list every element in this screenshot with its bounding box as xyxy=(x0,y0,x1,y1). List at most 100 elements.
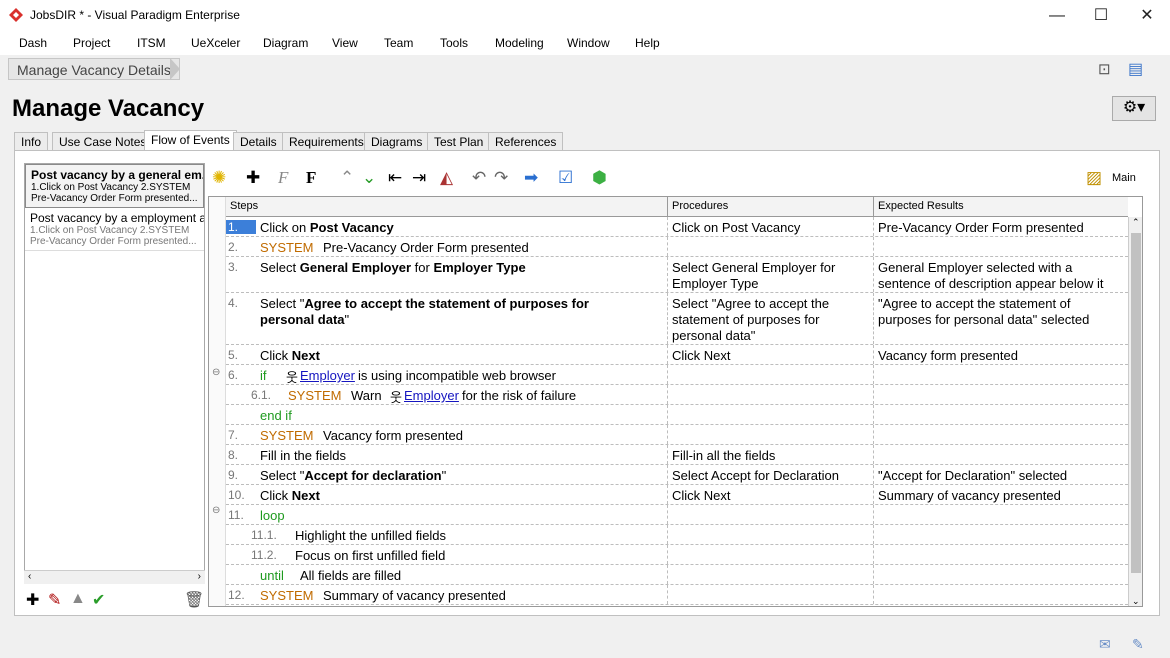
step-cell[interactable]: 11.1. Highlight the unfilled fields xyxy=(226,525,668,544)
scroll-down-icon[interactable]: ⌄ xyxy=(1132,596,1140,606)
step-cell[interactable]: end if xyxy=(226,405,668,424)
expected-cell[interactable]: Pre-Vacancy Order Form presented xyxy=(874,217,1128,236)
column-header-steps[interactable]: Steps xyxy=(226,197,668,217)
expected-cell[interactable]: Vacancy form presented xyxy=(874,345,1128,364)
move-down-icon[interactable]: ⌄ xyxy=(362,166,376,190)
step-cell[interactable]: 5. Click Next xyxy=(226,345,668,364)
expected-cell[interactable] xyxy=(874,505,1128,524)
step-cell[interactable]: 11.2. Focus on first unfilled field xyxy=(226,545,668,564)
expected-cell[interactable] xyxy=(874,445,1128,464)
scroll-up-icon[interactable]: ⌃ xyxy=(1132,217,1140,228)
step-cell[interactable]: 3. Select General Employer for Employer … xyxy=(226,257,668,292)
minimize-button[interactable]: — xyxy=(1034,0,1080,31)
table-row[interactable]: 2. SYSTEM Pre-Vacancy Order Form present… xyxy=(226,237,1128,257)
table-row[interactable]: 7. SYSTEM Vacancy form presented xyxy=(226,425,1128,445)
fit-window-icon[interactable]: ⊡ xyxy=(1098,60,1111,78)
step-cell[interactable]: 6. if 웃 Employer is using incompatible w… xyxy=(226,365,668,385)
menu-diagram[interactable]: Diagram xyxy=(263,36,308,50)
scroll-right-icon[interactable]: › xyxy=(198,571,201,582)
tab-info[interactable]: Info xyxy=(14,132,49,150)
expected-cell[interactable] xyxy=(874,545,1128,564)
collapse-loop-icon[interactable]: ⊖ xyxy=(212,505,220,516)
menu-dash[interactable]: Dash xyxy=(19,36,47,50)
menu-project[interactable]: Project xyxy=(73,36,110,50)
menu-help[interactable]: Help xyxy=(635,36,660,50)
menu-team[interactable]: Team xyxy=(384,36,413,50)
expected-cell[interactable] xyxy=(874,565,1128,584)
procedure-cell[interactable]: Select Accept for Declaration xyxy=(668,465,874,484)
panel-layout-icon[interactable]: ▤ xyxy=(1128,59,1143,79)
column-header-expected-results[interactable]: Expected Results xyxy=(874,197,1128,217)
step-cell[interactable]: 6.1. SYSTEM Warn 웃 Employer for the risk… xyxy=(226,385,668,405)
expected-cell[interactable] xyxy=(874,385,1128,404)
table-row[interactable]: 5. Click Next Click Next Vacancy form pr… xyxy=(226,345,1128,365)
expected-cell[interactable] xyxy=(874,425,1128,444)
step-cell[interactable]: 11. loop xyxy=(226,505,668,524)
step-cell[interactable]: 8. Fill in the fields xyxy=(226,445,668,464)
procedure-cell[interactable]: Click Next xyxy=(668,345,874,364)
menu-modeling[interactable]: Modeling xyxy=(495,36,544,50)
step-cell[interactable]: 1. Click on Post Vacancy xyxy=(226,217,668,236)
step-cell[interactable]: 10. Click Next xyxy=(226,485,668,504)
add-scenario-icon[interactable]: ✚ xyxy=(26,590,39,610)
tab-flow-of-events[interactable]: Flow of Events xyxy=(144,130,237,151)
bold-format-icon[interactable]: F xyxy=(306,166,316,190)
procedure-cell[interactable]: Click on Post Vacancy xyxy=(668,217,874,236)
main-diagram-icon[interactable]: ▨ xyxy=(1086,166,1102,190)
generate-icon[interactable]: ⬢ xyxy=(592,166,607,190)
menu-window[interactable]: Window xyxy=(567,36,610,50)
table-row[interactable]: 11. loop xyxy=(226,505,1128,525)
scenario-item[interactable]: Post vacancy by a employment ager 1.Clic… xyxy=(25,208,204,251)
settings-button[interactable]: ⚙▾ xyxy=(1112,96,1156,121)
insert-control-icon[interactable]: ◭ xyxy=(440,166,453,190)
expected-cell[interactable] xyxy=(874,525,1128,544)
table-row[interactable]: until All fields are filled xyxy=(226,565,1128,585)
scenario-item[interactable]: Post vacancy by a general em... 1.Click … xyxy=(25,164,204,208)
procedure-cell[interactable] xyxy=(668,565,874,584)
table-row[interactable]: 6. if 웃 Employer is using incompatible w… xyxy=(226,365,1128,385)
table-vertical-scrollbar[interactable]: ⌃ ⌄ xyxy=(1128,217,1142,606)
step-cell[interactable]: 12. SYSTEM Summary of vacancy presented xyxy=(226,585,668,604)
collapse-if-icon[interactable]: ⊖ xyxy=(212,367,220,378)
tab-test-plan[interactable]: Test Plan xyxy=(427,132,491,150)
scroll-left-icon[interactable]: ‹ xyxy=(28,571,31,582)
column-header-procedures[interactable]: Procedures xyxy=(668,197,874,217)
procedure-cell[interactable] xyxy=(668,365,874,384)
move-down-icon[interactable]: ✔ xyxy=(92,590,105,610)
new-step-icon[interactable]: ✺ xyxy=(212,166,226,190)
tab-use-case-notes[interactable]: Use Case Notes xyxy=(52,132,154,150)
close-button[interactable]: ✕ xyxy=(1124,0,1170,31)
delete-scenario-icon[interactable]: 🗑 xyxy=(184,590,204,610)
tab-references[interactable]: References xyxy=(488,132,564,150)
actor-link[interactable]: Employer xyxy=(300,368,355,383)
rename-scenario-icon[interactable]: ✎ xyxy=(48,590,61,610)
format-icon[interactable]: F xyxy=(278,166,288,190)
step-cell[interactable]: 7. SYSTEM Vacancy form presented xyxy=(226,425,668,444)
procedure-cell[interactable] xyxy=(668,385,874,404)
table-row[interactable]: 3. Select General Employer for Employer … xyxy=(226,257,1128,293)
table-row[interactable]: 8. Fill in the fields Fill-in all the fi… xyxy=(226,445,1128,465)
procedure-cell[interactable] xyxy=(668,425,874,444)
procedure-cell[interactable] xyxy=(668,505,874,524)
redo-icon[interactable]: ↷ xyxy=(494,166,508,190)
tab-requirements[interactable]: Requirements xyxy=(282,132,371,150)
expected-cell[interactable]: General Employer selected with a sentenc… xyxy=(874,257,1128,292)
tab-details[interactable]: Details xyxy=(233,132,284,150)
procedure-cell[interactable] xyxy=(668,405,874,424)
table-row[interactable]: end if xyxy=(226,405,1128,425)
procedure-cell[interactable] xyxy=(668,585,874,604)
expected-cell[interactable] xyxy=(874,585,1128,604)
step-cell[interactable]: 4. Select "Agree to accept the statement… xyxy=(226,293,668,344)
tab-diagrams[interactable]: Diagrams xyxy=(364,132,430,150)
indent-icon[interactable]: ⇥ xyxy=(412,166,426,190)
notes-icon[interactable]: ✎ xyxy=(1132,636,1144,653)
procedure-cell[interactable] xyxy=(668,237,874,256)
table-row[interactable]: 10. Click Next Click Next Summary of vac… xyxy=(226,485,1128,505)
export-icon[interactable]: ➡ xyxy=(524,166,538,190)
expected-cell[interactable] xyxy=(874,237,1128,256)
step-cell[interactable]: 9. Select "Accept for declaration" xyxy=(226,465,668,484)
expected-cell[interactable] xyxy=(874,405,1128,424)
expected-cell[interactable]: "Agree to accept the statement of purpos… xyxy=(874,293,1128,344)
menu-tools[interactable]: Tools xyxy=(440,36,468,50)
main-label[interactable]: Main xyxy=(1112,172,1136,184)
